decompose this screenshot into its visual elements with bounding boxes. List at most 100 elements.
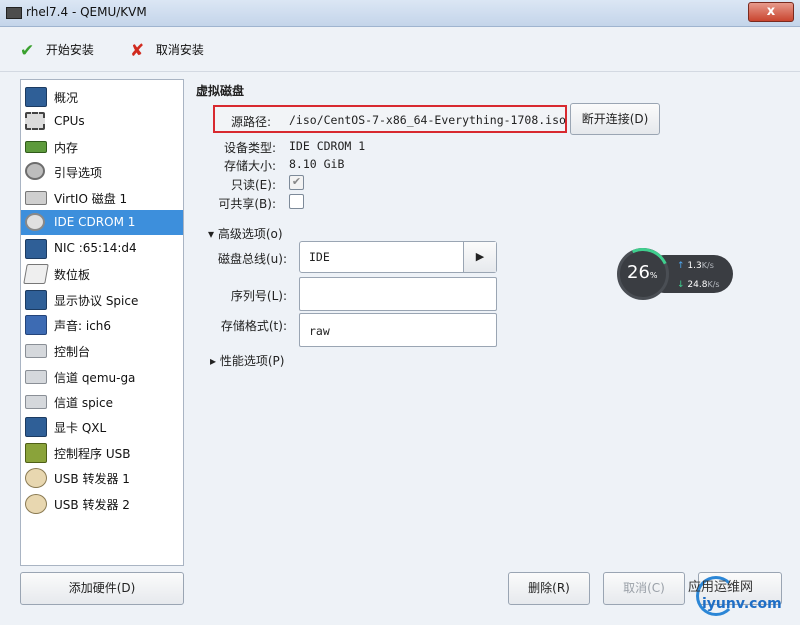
sidebar-item-label: 控制台 xyxy=(54,345,91,359)
video-card-icon xyxy=(25,417,47,437)
sidebar-item-label: 声音: ich6 xyxy=(54,319,112,333)
cdrom-icon xyxy=(25,213,45,231)
source-path-box: 源路径: /iso/CentOS-7-x86_64-Everything-170… xyxy=(213,105,567,133)
sidebar-item-label: 信道 spice xyxy=(54,396,113,410)
remove-button[interactable]: 删除(R) xyxy=(508,572,590,605)
storage-format-input[interactable]: raw xyxy=(299,313,497,347)
expanded-triangle-icon: ▾ xyxy=(208,227,215,241)
storage-format-label: 存储格式(t): xyxy=(220,319,287,333)
sidebar-item-channel-qemu-ga[interactable]: 信道 qemu-ga xyxy=(21,364,183,389)
readonly-label: 只读(E): xyxy=(231,178,276,192)
sidebar-item-nic[interactable]: NIC :65:14:d4 xyxy=(21,236,183,261)
sidebar-item-memory[interactable]: 内存 xyxy=(21,134,183,159)
network-speed-widget: 26% ↑ 1.3K/s ↓ 24.8K/s xyxy=(609,240,733,308)
sidebar-item-label: 显卡 QXL xyxy=(54,421,107,435)
disk-bus-select[interactable]: IDE ▶ xyxy=(299,241,497,273)
sidebar-item-label: 概况 xyxy=(54,91,79,105)
shareable-checkbox[interactable] xyxy=(289,194,304,209)
storage-size-value: 8.10 GiB xyxy=(289,157,345,171)
sidebar-item-usb-redirector-1[interactable]: USB 转发器 1 xyxy=(21,465,183,490)
readonly-checkbox[interactable]: ✔ xyxy=(289,175,304,190)
begin-installation-button[interactable]: ✔ 开始安装 xyxy=(20,39,94,61)
disconnect-button[interactable]: 断开连接(D) xyxy=(570,103,660,135)
app-window: rhel7.4 - QEMU/KVM x ✔ 开始安装 ✘ 取消安装 概况 CP… xyxy=(0,0,800,625)
sidebar-item-tablet[interactable]: 数位板 xyxy=(21,261,183,286)
performance-options-label: 性能选项(P) xyxy=(219,354,285,368)
sidebar-item-usb-redirector-2[interactable]: USB 转发器 2 xyxy=(21,491,183,516)
upload-speed: ↑ 1.3K/s xyxy=(677,261,714,271)
sidebar-item-display-spice[interactable]: 显示协议 Spice xyxy=(21,287,183,312)
console-icon xyxy=(25,344,47,358)
toolbar: ✔ 开始安装 ✘ 取消安装 xyxy=(0,27,800,72)
display-icon xyxy=(25,290,47,310)
storage-format-value: raw xyxy=(309,324,330,338)
usage-percent: 26% xyxy=(627,262,658,283)
cancel-installation-label: 取消安装 xyxy=(155,43,204,57)
watermark-top-text: 应用运维网 xyxy=(688,580,754,595)
source-path-value: /iso/CentOS-7-x86_64-Everything-1708.iso xyxy=(289,113,566,127)
device-type-label: 设备类型: xyxy=(223,141,276,155)
window-title: rhel7.4 - QEMU/KVM xyxy=(26,5,147,19)
sidebar-item-label: 显示协议 Spice xyxy=(54,294,139,308)
monitor-icon xyxy=(25,87,47,107)
boot-options-icon xyxy=(25,162,45,180)
serial-number-input[interactable] xyxy=(299,277,497,311)
channel-icon xyxy=(25,395,47,409)
tablet-icon xyxy=(23,264,49,284)
sidebar-item-usb-controller[interactable]: 控制程序 USB xyxy=(21,440,183,465)
sidebar-item-label: USB 转发器 1 xyxy=(54,472,130,486)
add-hardware-button[interactable]: 添加硬件(D) xyxy=(20,572,184,605)
upload-arrow-icon: ↑ xyxy=(677,261,685,271)
download-arrow-icon: ↓ xyxy=(677,280,685,290)
cancel-installation-button[interactable]: ✘ 取消安装 xyxy=(130,39,204,61)
upload-speed-unit: K/s xyxy=(701,261,714,270)
sidebar-item-overview[interactable]: 概况 xyxy=(21,84,183,109)
upload-speed-value: 1.3 xyxy=(687,261,702,271)
close-button[interactable]: x xyxy=(748,2,794,22)
usb-controller-icon xyxy=(25,443,47,463)
begin-installation-label: 开始安装 xyxy=(45,43,94,57)
download-speed-unit: K/s xyxy=(707,280,720,289)
memory-icon xyxy=(25,141,47,153)
serial-label: 序列号(L): xyxy=(230,289,287,303)
sidebar-item-label: 信道 qemu-ga xyxy=(54,371,136,385)
cancel-button[interactable]: 取消(C) xyxy=(603,572,685,605)
checkmark-icon: ✔ xyxy=(20,40,35,61)
source-path-label: 源路径: xyxy=(231,115,272,129)
advanced-options-label: 高级选项(o) xyxy=(217,227,283,241)
sidebar-item-label: 内存 xyxy=(54,141,79,155)
usb-redirector-icon xyxy=(25,494,47,514)
site-watermark: 应用运维网 iyunv.com xyxy=(688,572,794,620)
advanced-options-expander[interactable]: ▾ 高级选项(o) xyxy=(208,225,283,242)
disk-icon xyxy=(25,191,47,205)
device-type-value: IDE CDROM 1 xyxy=(289,139,366,153)
app-icon xyxy=(6,7,22,19)
performance-options-expander[interactable]: ▸ 性能选项(P) xyxy=(210,352,284,369)
sidebar-item-console[interactable]: 控制台 xyxy=(21,338,183,363)
sidebar-item-label: NIC :65:14:d4 xyxy=(54,241,137,255)
sidebar-item-label: IDE CDROM 1 xyxy=(54,215,136,229)
section-title: 虚拟磁盘 xyxy=(196,84,245,98)
download-speed-value: 24.8 xyxy=(687,280,708,290)
disk-bus-value: IDE xyxy=(309,250,330,264)
storage-size-label: 存储大小: xyxy=(223,159,276,173)
sidebar-item-label: CPUs xyxy=(54,114,85,128)
sidebar-item-boot-options[interactable]: 引导选项 xyxy=(21,159,183,184)
sidebar-item-label: 引导选项 xyxy=(54,166,103,180)
channel-icon xyxy=(25,370,47,384)
hardware-list: 概况 CPUs 内存 引导选项 VirtIO 磁盘 1 IDE CDROM 1 … xyxy=(20,79,184,566)
usb-redirector-icon xyxy=(25,468,47,488)
download-speed: ↓ 24.8K/s xyxy=(677,280,720,290)
cross-icon: ✘ xyxy=(130,40,145,61)
sidebar-item-virtio-disk[interactable]: VirtIO 磁盘 1 xyxy=(21,185,183,210)
sidebar-item-sound[interactable]: 声音: ich6 xyxy=(21,312,183,337)
disk-bus-label: 磁盘总线(u): xyxy=(217,252,287,266)
sidebar-item-video-qxl[interactable]: 显卡 QXL xyxy=(21,414,183,439)
sidebar-item-channel-spice[interactable]: 信道 spice xyxy=(21,389,183,414)
sidebar-item-label: 数位板 xyxy=(54,268,91,282)
dropdown-arrow-icon[interactable]: ▶ xyxy=(463,242,496,272)
nic-icon xyxy=(25,239,47,259)
sidebar-item-label: 控制程序 USB xyxy=(54,447,131,461)
sidebar-item-ide-cdrom[interactable]: IDE CDROM 1 xyxy=(21,210,183,235)
sidebar-item-cpus[interactable]: CPUs xyxy=(21,109,183,134)
